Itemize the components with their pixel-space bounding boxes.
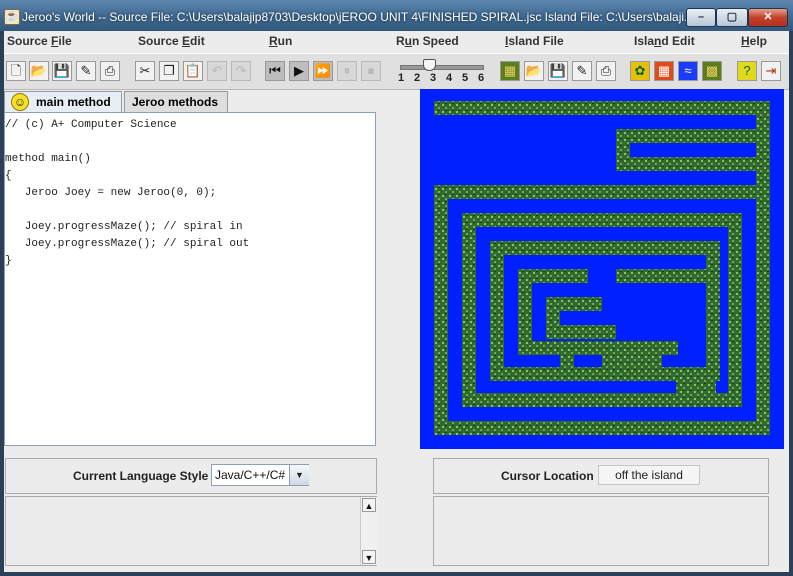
speed-tick: 6 xyxy=(478,72,485,84)
menu-text: ile xyxy=(58,34,72,48)
print-island-icon[interactable]: ⎙ xyxy=(596,61,616,81)
menu-text: Source xyxy=(7,34,52,48)
speed-tick: 5 xyxy=(462,72,469,84)
cursor-location-panel: Cursor Location off the island xyxy=(433,458,769,494)
menu-source-edit[interactable]: Source Edit xyxy=(138,34,205,48)
menu-help[interactable]: Help xyxy=(741,34,767,48)
net-icon[interactable]: ▦ xyxy=(654,61,674,81)
code-text[interactable]: // (c) A+ Computer Science method main()… xyxy=(5,117,249,270)
language-style-value: Java/C++/C# xyxy=(215,468,286,482)
minimize-button[interactable]: – xyxy=(686,8,716,27)
menu-bar: Source File Source Edit Run Run Speed Is… xyxy=(4,31,789,53)
menu-text: Source xyxy=(138,34,183,48)
speed-tick: 4 xyxy=(446,72,453,84)
reset-icon[interactable]: ⏮ xyxy=(265,61,285,81)
title-bar[interactable]: ☕ Jeroo's World -- Source File: C:\Users… xyxy=(0,0,793,31)
new-island-icon[interactable]: ▦ xyxy=(500,61,520,81)
menu-mnemonic: u xyxy=(404,34,413,48)
chevron-down-icon[interactable]: ▼ xyxy=(289,465,309,485)
menu-mnemonic: E xyxy=(182,34,191,48)
land-icon[interactable]: ▩ xyxy=(702,61,722,81)
cursor-location-value: off the island xyxy=(598,465,700,485)
exit-icon[interactable]: ⇥ xyxy=(761,61,781,81)
run-icon[interactable]: ⏩ xyxy=(313,61,333,81)
code-editor[interactable]: // (c) A+ Computer Science method main()… xyxy=(4,112,376,446)
smiley-icon: ☺ xyxy=(11,93,29,111)
tab-label: main method xyxy=(36,95,111,109)
save-island-as-icon[interactable]: ✎ xyxy=(572,61,592,81)
island-message-area xyxy=(433,496,769,566)
island-view[interactable] xyxy=(420,89,784,449)
language-style-select[interactable]: Java/C++/C# ▼ xyxy=(211,464,309,486)
tab-main-method[interactable]: ☺ main method xyxy=(4,91,122,112)
window-title: Jeroo's World -- Source File: C:\Users\b… xyxy=(22,10,695,24)
undo-icon[interactable]: ↶ xyxy=(207,61,227,81)
step-icon[interactable]: ▶ xyxy=(289,61,309,81)
menu-run-speed[interactable]: Run Speed xyxy=(396,34,459,48)
copy-icon[interactable]: ❐ xyxy=(159,61,179,81)
save-island-icon[interactable]: 💾 xyxy=(548,61,568,81)
menu-island-edit[interactable]: Island Edit xyxy=(634,34,695,48)
paste-icon[interactable]: 📋 xyxy=(183,61,203,81)
speed-tick: 2 xyxy=(414,72,421,84)
scroll-down-icon[interactable]: ▼ xyxy=(362,550,376,564)
new-file-icon[interactable]: 🗋 xyxy=(6,61,26,81)
cursor-location-label: Cursor Location xyxy=(501,469,594,483)
slider-thumb[interactable] xyxy=(423,59,436,71)
menu-text: dit xyxy=(190,34,205,48)
save-as-icon[interactable]: ✎ xyxy=(76,61,96,81)
maximize-button[interactable]: ▢ xyxy=(716,8,748,27)
menu-island-file[interactable]: Island File xyxy=(505,34,564,48)
tab-jeroo-methods[interactable]: Jeroo methods xyxy=(124,91,228,112)
language-style-panel: Current Language Style Java/C++/C# ▼ xyxy=(5,458,377,494)
menu-source-file[interactable]: Source File xyxy=(7,34,72,48)
speed-tick: 1 xyxy=(398,72,405,84)
open-file-icon[interactable]: 📂 xyxy=(29,61,49,81)
language-style-label: Current Language Style xyxy=(73,469,209,483)
menu-text: sland File xyxy=(508,34,564,48)
menu-text: d Edit xyxy=(661,34,695,48)
water-icon[interactable]: ≈ xyxy=(678,61,698,81)
pause-icon[interactable]: ⏸ xyxy=(337,61,357,81)
island-grid xyxy=(420,89,784,449)
menu-text: R xyxy=(396,34,405,48)
menu-text: elp xyxy=(749,34,768,48)
tab-label: Jeroo methods xyxy=(132,95,219,109)
speed-tick: 3 xyxy=(430,72,437,84)
save-file-icon[interactable]: 💾 xyxy=(52,61,72,81)
redo-icon[interactable]: ↷ xyxy=(231,61,251,81)
run-speed-slider[interactable]: 1 2 3 4 5 6 xyxy=(398,57,488,87)
main-frame: Source File Source Edit Run Run Speed Is… xyxy=(4,31,789,572)
java-app-icon: ☕ xyxy=(4,9,20,25)
stop-icon[interactable]: ⏹ xyxy=(361,61,381,81)
message-area[interactable]: ▲ ▼ xyxy=(5,496,377,566)
menu-text: Isla xyxy=(634,34,655,48)
flower-icon[interactable]: ✿ xyxy=(630,61,650,81)
open-island-icon[interactable]: 📂 xyxy=(524,61,544,81)
slider-track xyxy=(400,65,484,70)
cut-icon[interactable]: ✂ xyxy=(135,61,155,81)
menu-mnemonic: H xyxy=(741,34,750,48)
message-scrollbar[interactable]: ▲ ▼ xyxy=(360,497,377,565)
menu-text: n Speed xyxy=(412,34,459,48)
menu-mnemonic: R xyxy=(269,34,278,48)
scroll-up-icon[interactable]: ▲ xyxy=(362,498,376,512)
menu-run[interactable]: Run xyxy=(269,34,292,48)
toolbar: 🗋 📂 💾 ✎ ⎙ ✂ ❐ 📋 ↶ ↷ ⏮ ▶ ⏩ ⏸ ⏹ 1 2 3 4 5 … xyxy=(4,53,789,90)
menu-text: un xyxy=(277,34,293,48)
print-icon[interactable]: ⎙ xyxy=(100,61,120,81)
close-button[interactable]: ✕ xyxy=(748,8,788,27)
help-icon[interactable]: ? xyxy=(737,61,757,81)
